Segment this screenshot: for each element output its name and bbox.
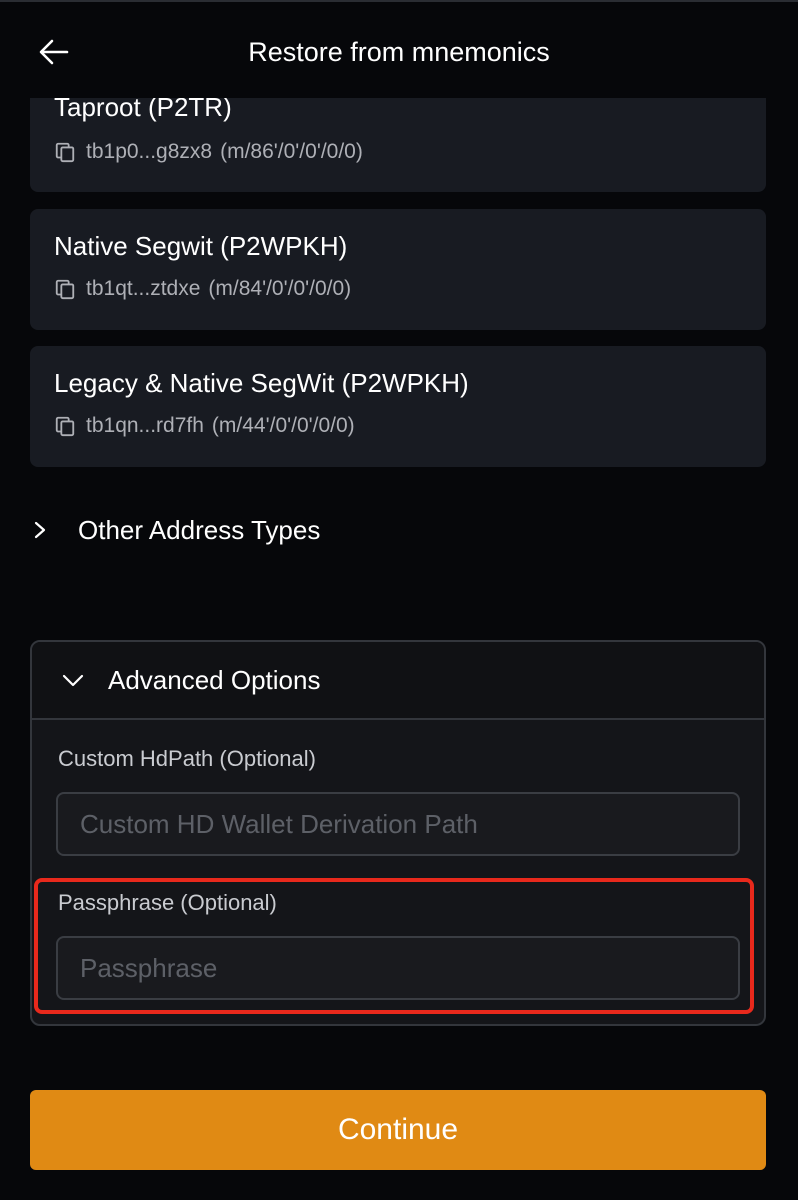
address-short: tb1qn...rd7fh	[86, 414, 204, 437]
address-short: tb1p0...g8zx8	[86, 140, 213, 163]
copy-icon[interactable]	[54, 415, 76, 437]
address-card-native-segwit[interactable]: Native Segwit (P2WPKH) tb1qt...ztdxe (m/…	[30, 209, 766, 330]
chevron-right-icon	[34, 521, 46, 539]
address-type-name: Legacy & Native SegWit (P2WPKH)	[54, 368, 469, 398]
copy-icon[interactable]	[54, 278, 76, 300]
header-bar: Restore from mnemonics	[0, 0, 798, 98]
other-address-types-label: Other Address Types	[78, 514, 321, 545]
scroll-area[interactable]: Taproot (P2TR) tb1p0...g8zx8 (m/86'/0'/0…	[0, 0, 798, 1200]
address-short: tb1qt...ztdxe	[86, 277, 201, 300]
other-address-types-toggle[interactable]: Other Address Types	[30, 508, 320, 552]
page-title: Restore from mnemonics	[248, 37, 550, 67]
passphrase-input[interactable]	[56, 936, 740, 1000]
address-info: tb1qt...ztdxe (m/84'/0'/0'/0/0)	[54, 277, 351, 301]
address-card-legacy-native-segwit[interactable]: Legacy & Native SegWit (P2WPKH) tb1qn...…	[30, 346, 766, 467]
copy-icon[interactable]	[54, 141, 76, 163]
custom-hdpath-label: Custom HdPath (Optional)	[58, 746, 316, 771]
derivation-path: (m/44'/0'/0'/0/0)	[211, 414, 355, 437]
advanced-options-header[interactable]: Advanced Options	[32, 642, 764, 720]
address-info: tb1qn...rd7fh (m/44'/0'/0'/0/0)	[54, 414, 355, 438]
custom-hdpath-input[interactable]	[56, 792, 740, 856]
advanced-options-panel: Advanced Options Custom HdPath (Optional…	[30, 640, 766, 1026]
address-info: tb1p0...g8zx8 (m/86'/0'/0'/0/0)	[54, 140, 363, 164]
address-type-name: Native Segwit (P2WPKH)	[54, 231, 348, 261]
continue-button[interactable]: Continue	[30, 1090, 766, 1170]
derivation-path: (m/86'/0'/0'/0/0)	[220, 140, 363, 163]
chevron-down-icon	[62, 674, 84, 687]
derivation-path: (m/84'/0'/0'/0/0)	[208, 277, 352, 300]
advanced-options-title: Advanced Options	[108, 664, 321, 695]
passphrase-label: Passphrase (Optional)	[58, 890, 277, 915]
